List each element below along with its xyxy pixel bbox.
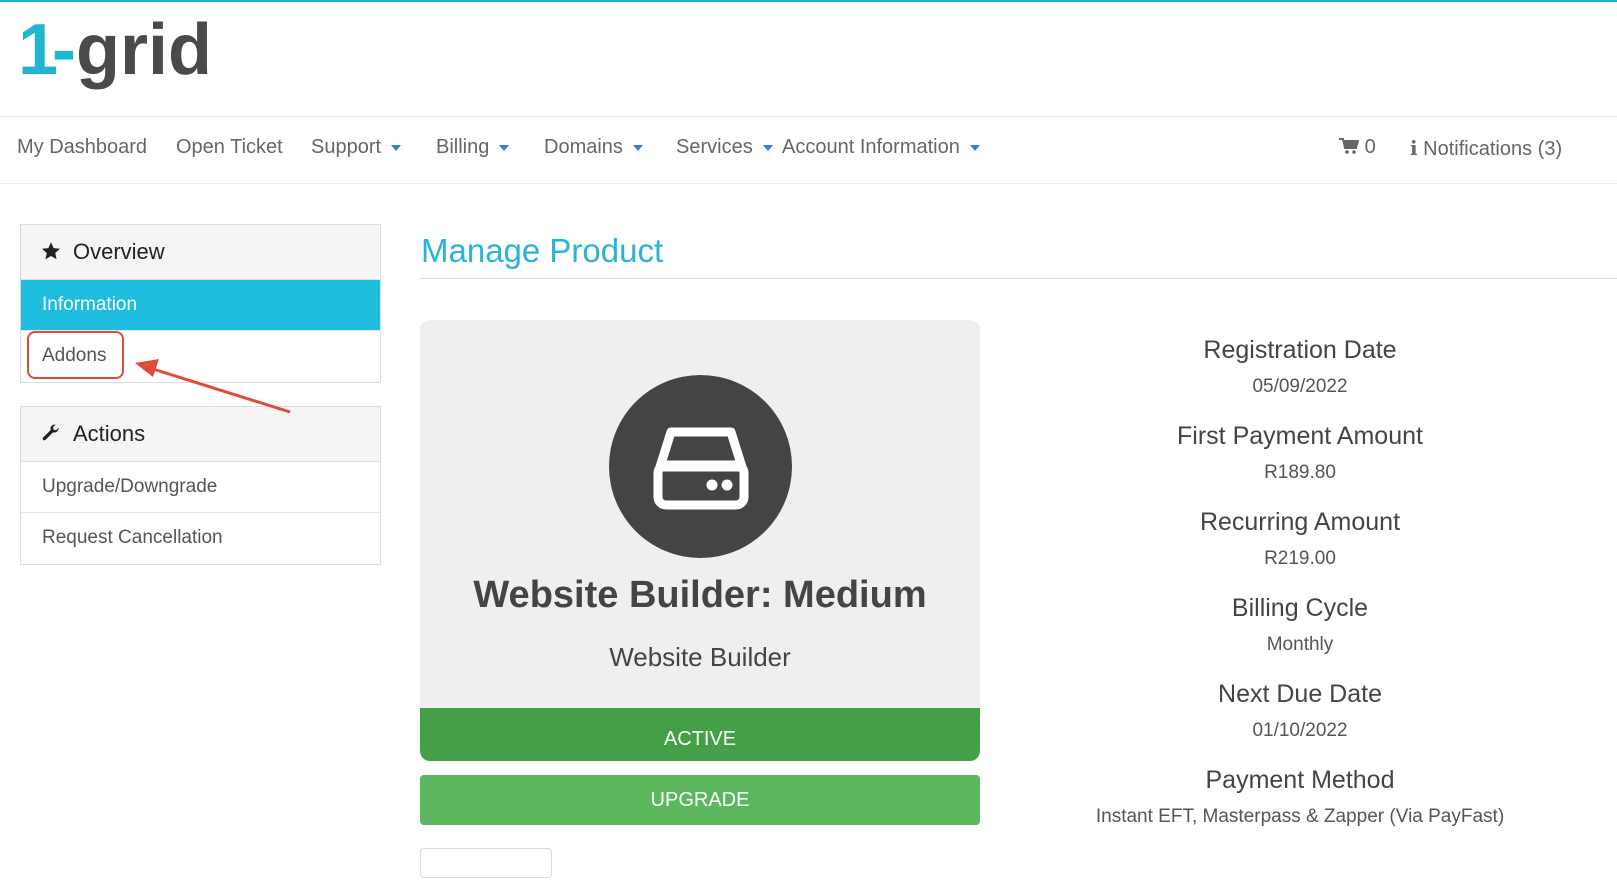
cart-icon [1339,138,1360,154]
partial-button[interactable] [420,848,552,878]
cart-link[interactable]: 0 [1339,136,1376,159]
caret-down-icon [762,144,773,151]
product-icon-circle [609,375,792,558]
wrench-icon [41,421,63,447]
hard-drive-icon [653,427,749,510]
nav-item-billing[interactable]: Billing [436,136,510,159]
detail-label: Payment Method [1205,766,1395,794]
nav-item-open-ticket[interactable]: Open Ticket [176,136,283,159]
caret-down-icon [499,144,510,151]
info-icon: i [1410,136,1418,160]
title-divider [420,278,1617,279]
sidebar-item-request-cancellation[interactable]: Request Cancellation [21,513,380,564]
upgrade-button[interactable]: UPGRADE [420,775,980,825]
logo-graphic: 1 - grid [18,10,212,90]
detail-value: Monthly [1266,634,1334,655]
caret-down-icon [969,144,980,151]
nav-item-services[interactable]: Services [676,136,773,159]
nav-item-my-dashboard[interactable]: My Dashboard [17,136,147,159]
detail-value: R219.00 [1264,548,1336,569]
detail-value: 05/09/2022 [1252,376,1348,397]
nav-item-domains[interactable]: Domains [544,136,643,159]
detail-label: Recurring Amount [1199,508,1401,536]
overview-panel-heading: Overview [21,225,380,280]
detail-value: R189.80 [1264,462,1336,483]
nav-item-support[interactable]: Support [311,136,402,159]
addons-highlight-box [27,331,124,379]
detail-label: First Payment Amount [1177,422,1423,450]
product-group: Website Builder [609,642,791,672]
notifications-link[interactable]: i Notifications (3) [1410,136,1562,161]
caret-down-icon [391,144,402,151]
top-accent-line [0,0,1617,2]
page-title: Manage Product [421,232,664,269]
status-badge: ACTIVE [420,708,980,761]
sidebar-item-information[interactable]: Information [21,280,380,331]
star-icon [41,239,63,265]
notifications-label: Notifications (3) [1423,138,1563,160]
svg-text:-: - [52,16,76,90]
product-card: Website Builder: Medium Website Builder [420,320,980,718]
cart-count: 0 [1364,136,1376,158]
svg-text:grid: grid [76,16,212,90]
detail-value: 01/10/2022 [1252,720,1348,741]
actions-panel: Actions Upgrade/Downgrade Request Cancel… [20,406,381,565]
brand-logo[interactable]: 1 - grid [18,10,218,102]
product-name: Website Builder: Medium [473,574,927,616]
sidebar-item-upgrade-downgrade[interactable]: Upgrade/Downgrade [21,462,380,513]
nav-item-account-information[interactable]: Account Information [782,136,980,159]
product-details: Registration Date 05/09/2022 First Payme… [1040,336,1560,852]
caret-down-icon [632,144,643,151]
annotation-arrow-icon [135,359,291,414]
main-navbar: My Dashboard Open Ticket Support Billing… [0,116,1617,184]
detail-label: Registration Date [1203,336,1397,364]
detail-label: Next Due Date [1218,680,1382,708]
detail-label: Billing Cycle [1231,594,1369,622]
detail-value: Instant EFT, Masterpass & Zapper (Via Pa… [1095,806,1505,827]
